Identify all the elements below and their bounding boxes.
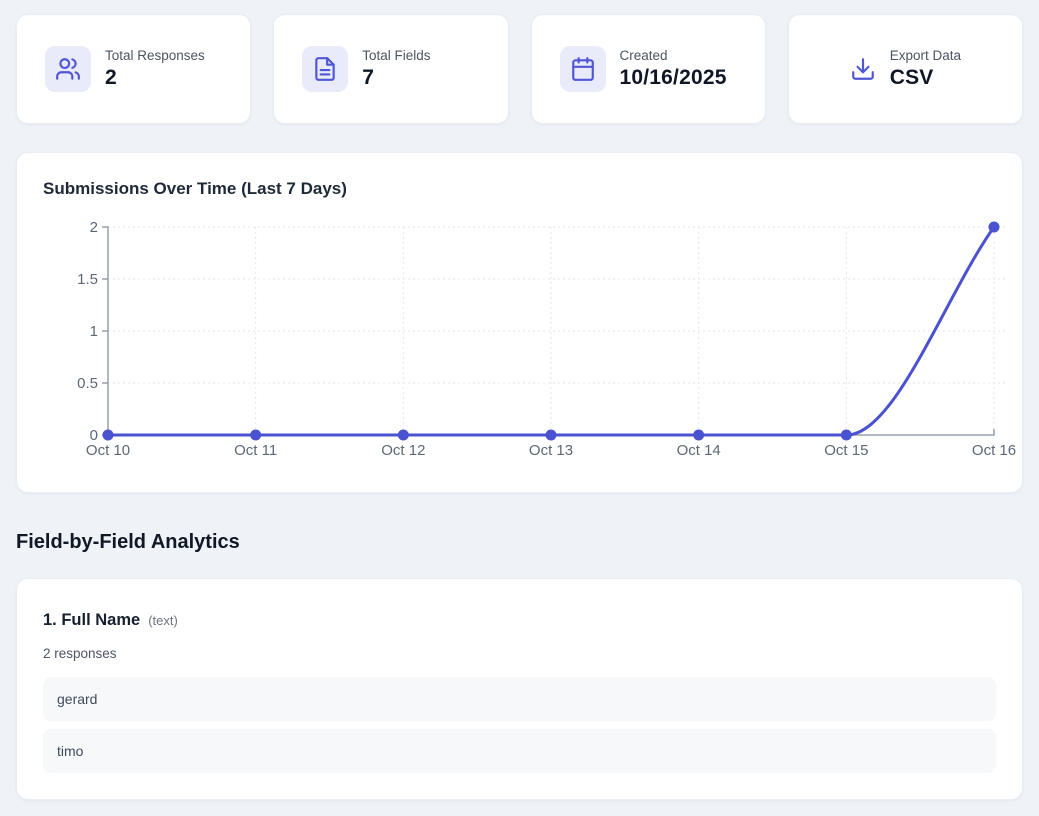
submissions-chart-card: Submissions Over Time (Last 7 Days) 00.5… <box>16 152 1023 493</box>
svg-text:1.5: 1.5 <box>77 271 98 288</box>
stat-label: Total Responses <box>105 48 205 63</box>
svg-text:1: 1 <box>90 323 98 340</box>
responses-list: gerard timo <box>43 677 996 773</box>
download-icon <box>850 56 876 82</box>
stat-card-total-fields: Total Fields 7 <box>273 14 508 124</box>
svg-text:0.5: 0.5 <box>77 375 98 392</box>
stat-value: 10/16/2025 <box>620 66 727 90</box>
svg-text:Oct 15: Oct 15 <box>824 442 868 459</box>
stat-card-created: Created 10/16/2025 <box>531 14 766 124</box>
stat-label: Export Data <box>890 48 961 63</box>
field-title: 1. Full Name <box>43 611 140 630</box>
stat-value: 7 <box>362 66 430 90</box>
field-analytics-card: 1. Full Name (text) 2 responses gerard t… <box>16 578 1023 800</box>
file-text-icon <box>302 46 348 92</box>
stats-row: Total Responses 2 Total Fields 7 Created… <box>16 14 1023 124</box>
svg-text:Oct 16: Oct 16 <box>972 442 1016 459</box>
stat-value: 2 <box>105 66 205 90</box>
line-chart-svg: 00.511.52Oct 10Oct 11Oct 12Oct 13Oct 14O… <box>17 209 1022 469</box>
stat-card-total-responses: Total Responses 2 <box>16 14 251 124</box>
export-csv-button[interactable]: Export Data CSV <box>788 14 1023 124</box>
svg-text:2: 2 <box>90 219 98 236</box>
chart-title: Submissions Over Time (Last 7 Days) <box>17 179 1022 199</box>
svg-text:Oct 10: Oct 10 <box>86 442 130 459</box>
svg-text:Oct 12: Oct 12 <box>381 442 425 459</box>
users-icon <box>45 46 91 92</box>
svg-text:Oct 11: Oct 11 <box>234 442 277 459</box>
svg-text:Oct 13: Oct 13 <box>529 442 573 459</box>
field-type-label: (text) <box>148 613 178 628</box>
svg-text:Oct 14: Oct 14 <box>677 442 721 459</box>
response-row: gerard <box>43 677 996 721</box>
submissions-chart: 00.511.52Oct 10Oct 11Oct 12Oct 13Oct 14O… <box>17 209 1022 474</box>
section-heading-analytics: Field-by-Field Analytics <box>16 531 1023 554</box>
calendar-icon <box>560 46 606 92</box>
stat-label: Total Fields <box>362 48 430 63</box>
stat-value: CSV <box>890 66 961 90</box>
response-row: timo <box>43 729 996 773</box>
stat-label: Created <box>620 48 727 63</box>
field-response-count: 2 responses <box>43 646 996 661</box>
